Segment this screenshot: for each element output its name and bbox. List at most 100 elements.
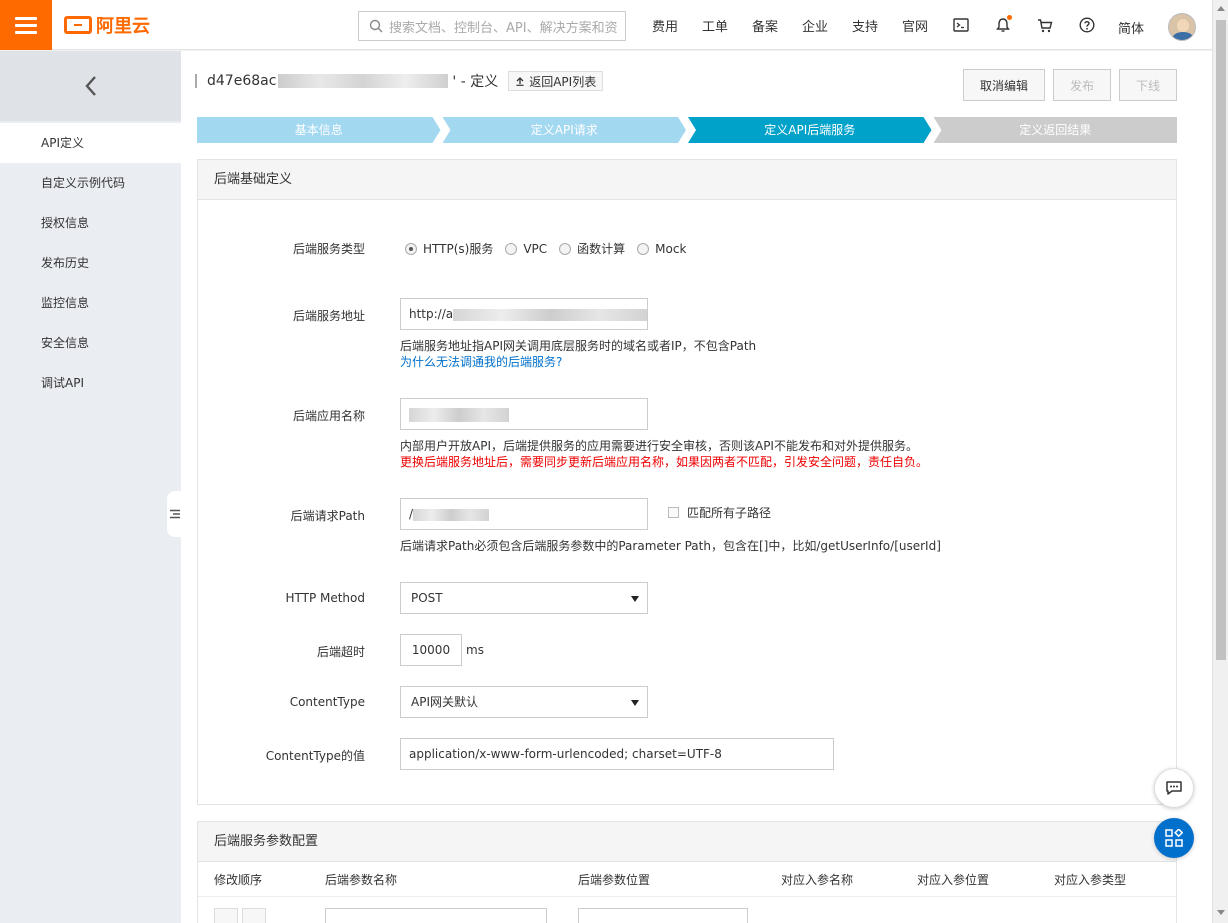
apps-button[interactable] (1154, 818, 1194, 858)
bell-icon[interactable] (982, 0, 1024, 50)
address-label: 后端服务地址 (292, 309, 365, 323)
move-up-button[interactable] (214, 908, 238, 923)
radio-vpc[interactable]: VPC (505, 242, 547, 256)
offline-button[interactable]: 下线 (1119, 69, 1177, 101)
caret-down-icon (631, 700, 639, 706)
sidebar-back-button[interactable] (0, 51, 181, 121)
api-id-suffix: ' - 定义 (452, 74, 499, 90)
sidebar-list: API定义 自定义示例代码 授权信息 发布历史 监控信息 安全信息 调试API (0, 123, 181, 403)
sidebar-item-sample-code[interactable]: 自定义示例代码 (0, 163, 181, 203)
step-define-response[interactable]: 定义返回结果 (933, 117, 1177, 143)
chat-icon (1166, 781, 1182, 795)
top-icons (940, 0, 1108, 50)
sidebar-item-publish-history[interactable]: 发布历史 (0, 243, 181, 283)
header-actions: 取消编辑 发布 下线 (963, 69, 1177, 101)
address-help-link[interactable]: 为什么无法调通我的后端服务? (400, 354, 562, 370)
nav-ticket[interactable]: 工单 (690, 16, 740, 35)
terminal-icon[interactable] (940, 0, 982, 50)
top-nav: 费用 工单 备案 企业 支持 官网 (640, 0, 940, 50)
backend-path-input[interactable]: / (400, 498, 648, 530)
radio-circle (405, 242, 417, 255)
col-input-param-location: 对应入参位置 (917, 873, 990, 887)
col-backend-param-name: 后端参数名称 (325, 873, 398, 887)
backend-params-panel: 后端服务参数配置 修改顺序 后端参数名称 后端参数位置 对应入参名称 对应入参位… (197, 821, 1177, 923)
scroll-up-icon[interactable] (1217, 6, 1225, 11)
radio-mock[interactable]: Mock (637, 242, 686, 256)
logo-text: 阿里云 (96, 16, 150, 37)
upload-arrow-icon (516, 77, 524, 86)
help-icon[interactable] (1066, 0, 1108, 50)
service-type-radios: HTTP(s)服务 VPC 函数计算 Mock (405, 240, 694, 257)
radio-http[interactable]: HTTP(s)服务 (405, 240, 493, 257)
match-all-subpaths-checkbox[interactable]: 匹配所有子路径 (668, 504, 771, 521)
backend-param-location-select[interactable] (578, 908, 748, 923)
checkbox-box (668, 507, 679, 518)
path-redacted (413, 508, 490, 521)
app-name-redacted (409, 407, 509, 422)
language-switch[interactable]: 简体 (1118, 18, 1144, 37)
radio-label: VPC (523, 241, 548, 256)
method-row: HTTP Method POST (198, 582, 1176, 614)
address-help: 后端服务地址指API网关调用底层服务时的域名或者IP，不包含Path (400, 339, 757, 353)
app-name-input[interactable] (400, 398, 648, 430)
backend-definition-panel: 后端基础定义 后端服务类型 HTTP(s)服务 VPC 函数计算 Mock 后端… (197, 159, 1177, 805)
nav-official-site[interactable]: 官网 (890, 16, 940, 35)
sidebar-item-api-definition[interactable]: API定义 (0, 123, 181, 163)
scroll-down-icon[interactable] (1217, 910, 1225, 915)
collapse-menu-icon (170, 509, 180, 519)
radio-label: HTTP(s)服务 (423, 242, 494, 256)
menu-icon[interactable] (0, 0, 52, 50)
search-input[interactable]: 搜索文档、控制台、API、解决方案和资 (358, 11, 626, 41)
nav-billing[interactable]: 费用 (640, 16, 690, 35)
step-progress: 基本信息 定义API请求 定义API后端服务 定义返回结果 (197, 117, 1177, 143)
radio-function-compute[interactable]: 函数计算 (559, 240, 625, 257)
path-help: 后端请求Path必须包含后端服务参数中的Parameter Path，包含在[]… (400, 539, 941, 553)
sidebar-item-authorization[interactable]: 授权信息 (0, 203, 181, 243)
sidebar-item-security[interactable]: 安全信息 (0, 323, 181, 363)
col-backend-param-location: 后端参数位置 (578, 873, 651, 887)
page-scrollbar[interactable] (1212, 0, 1228, 923)
timeout-input[interactable]: 10000 (400, 634, 462, 666)
radio-label: Mock (655, 241, 687, 256)
scroll-thumb[interactable] (1216, 20, 1226, 660)
api-id-redacted (278, 74, 449, 88)
step-define-request[interactable]: 定义API请求 (443, 117, 687, 143)
publish-button[interactable]: 发布 (1053, 69, 1111, 101)
sidebar-item-monitoring[interactable]: 监控信息 (0, 283, 181, 323)
app-name-warning: 更换后端服务地址后，需要同步更新后端应用名称，如果因两者不匹配，引发安全问题，责… (400, 455, 929, 469)
search-placeholder: 搜索文档、控制台、API、解决方案和资 (389, 20, 618, 36)
http-method-select[interactable]: POST (400, 582, 648, 614)
logo[interactable]: 阿里云 (64, 13, 150, 37)
top-bar: 阿里云 搜索文档、控制台、API、解决方案和资 费用 工单 备案 企业 支持 官… (0, 0, 1212, 50)
backend-param-name-input[interactable] (325, 908, 547, 923)
cancel-edit-button[interactable]: 取消编辑 (963, 69, 1045, 101)
method-value: POST (411, 591, 443, 605)
col-input-param-name: 对应入参名称 (781, 873, 854, 887)
nav-enterprise[interactable]: 企业 (790, 16, 840, 35)
backend-address-input[interactable]: http://a8 (400, 298, 648, 330)
main-content: d47e68ac ' - 定义 返回API列表 取消编辑 发布 下线 基本信息 … (181, 51, 1212, 923)
step-define-backend[interactable]: 定义API后端服务 (688, 117, 932, 143)
content-type-label: ContentType (289, 695, 365, 709)
chat-button[interactable] (1154, 768, 1194, 808)
app-name-help: 内部用户开放API，后端提供服务的应用需要进行安全审核，否则该API不能发布和对… (400, 439, 918, 453)
content-type-value-input[interactable]: application/x-www-form-urlencoded; chars… (400, 738, 834, 770)
nav-icp[interactable]: 备案 (740, 16, 790, 35)
search-icon (369, 19, 383, 33)
content-type-select[interactable]: API网关默认 (400, 686, 648, 718)
move-down-button[interactable] (242, 908, 266, 923)
col-order: 修改顺序 (214, 873, 263, 887)
sidebar-item-debug-api[interactable]: 调试API (0, 363, 181, 403)
notification-dot (1007, 15, 1012, 20)
back-to-api-list-button[interactable]: 返回API列表 (508, 71, 604, 91)
avatar[interactable] (1168, 13, 1196, 41)
apps-grid-icon (1165, 829, 1183, 847)
app-name-label: 后端应用名称 (292, 409, 365, 423)
params-table-header: 修改顺序 后端参数名称 后端参数位置 对应入参名称 对应入参位置 对应入参类型 (198, 863, 1176, 897)
step-basic-info[interactable]: 基本信息 (197, 117, 441, 143)
title-marker (195, 74, 197, 88)
timeout-label: 后端超时 (316, 645, 365, 659)
content-type-value: API网关默认 (411, 695, 478, 709)
nav-support[interactable]: 支持 (840, 16, 890, 35)
cart-icon[interactable] (1024, 0, 1066, 50)
